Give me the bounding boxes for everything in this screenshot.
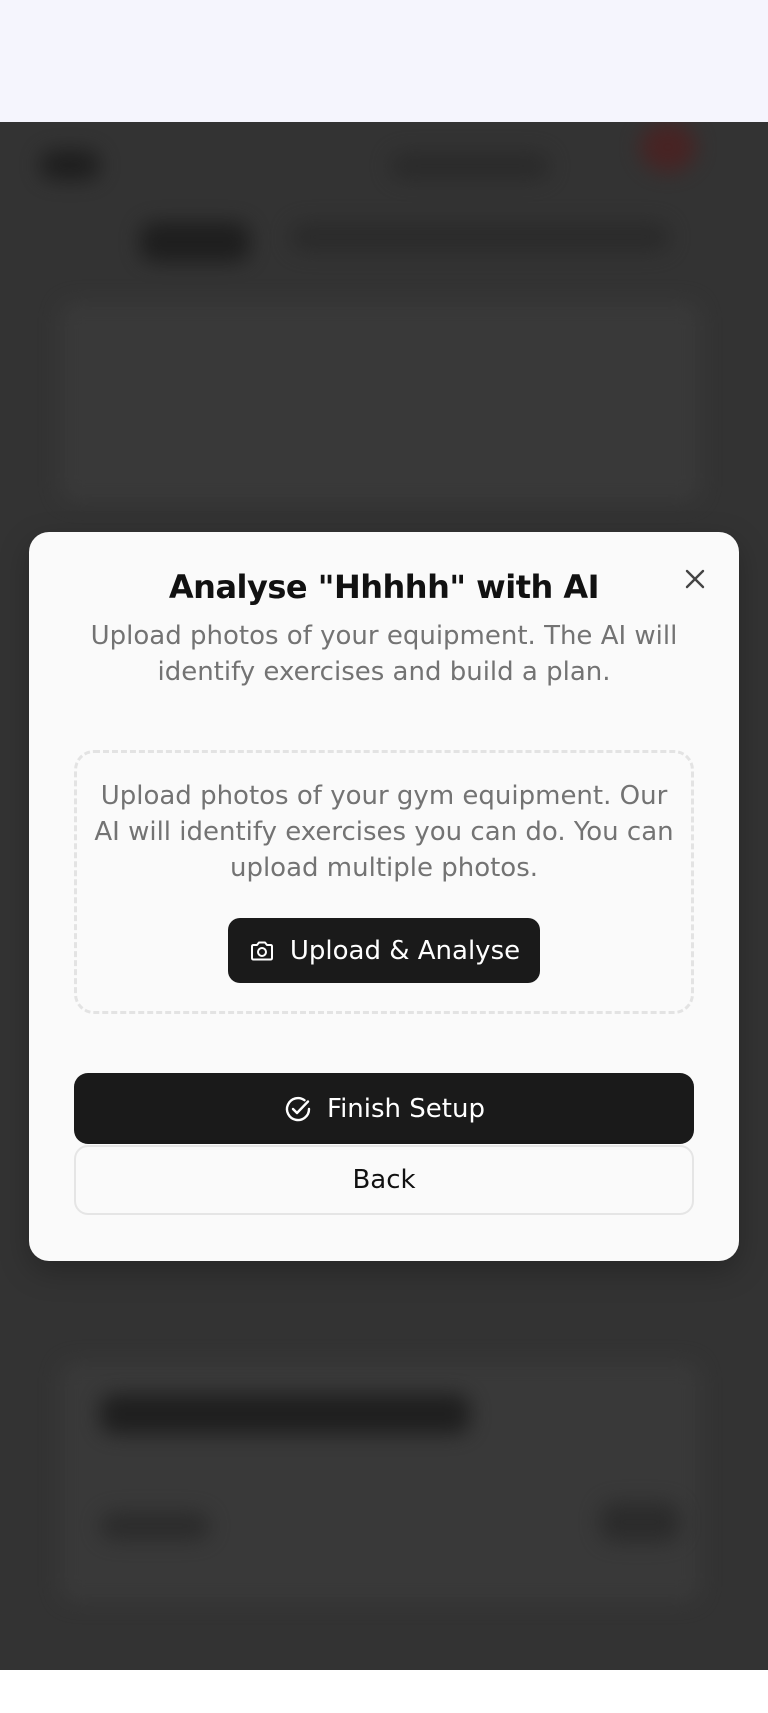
blurred-background-element <box>100 1394 470 1434</box>
upload-analyse-label: Upload & Analyse <box>289 935 521 966</box>
camera-icon <box>248 937 276 965</box>
blurred-background-element <box>600 1502 680 1542</box>
modal-title: Analyse "Hhhhh" with AI <box>168 568 600 606</box>
blurred-background-element <box>40 150 100 180</box>
back-label: Back <box>352 1165 416 1195</box>
upload-analyse-button[interactable]: Upload & Analyse <box>228 918 540 983</box>
finish-setup-button[interactable]: Finish Setup <box>74 1073 694 1144</box>
blurred-background-element <box>640 122 696 172</box>
blurred-background-element <box>140 222 250 262</box>
blurred-background-element <box>390 152 550 180</box>
upload-description: Upload photos of your gym equipment. Our… <box>94 781 674 883</box>
blurred-background-element <box>60 302 700 502</box>
page-header-area <box>0 0 768 122</box>
finish-setup-label: Finish Setup <box>327 1093 485 1124</box>
check-circle-icon <box>283 1094 313 1124</box>
modal-subtitle: Upload photos of your equipment. The AI … <box>90 621 678 687</box>
blurred-background-element <box>100 1512 210 1540</box>
blurred-background-element <box>290 222 670 252</box>
page-footer-area <box>0 1670 768 1713</box>
back-button[interactable]: Back <box>74 1145 694 1215</box>
